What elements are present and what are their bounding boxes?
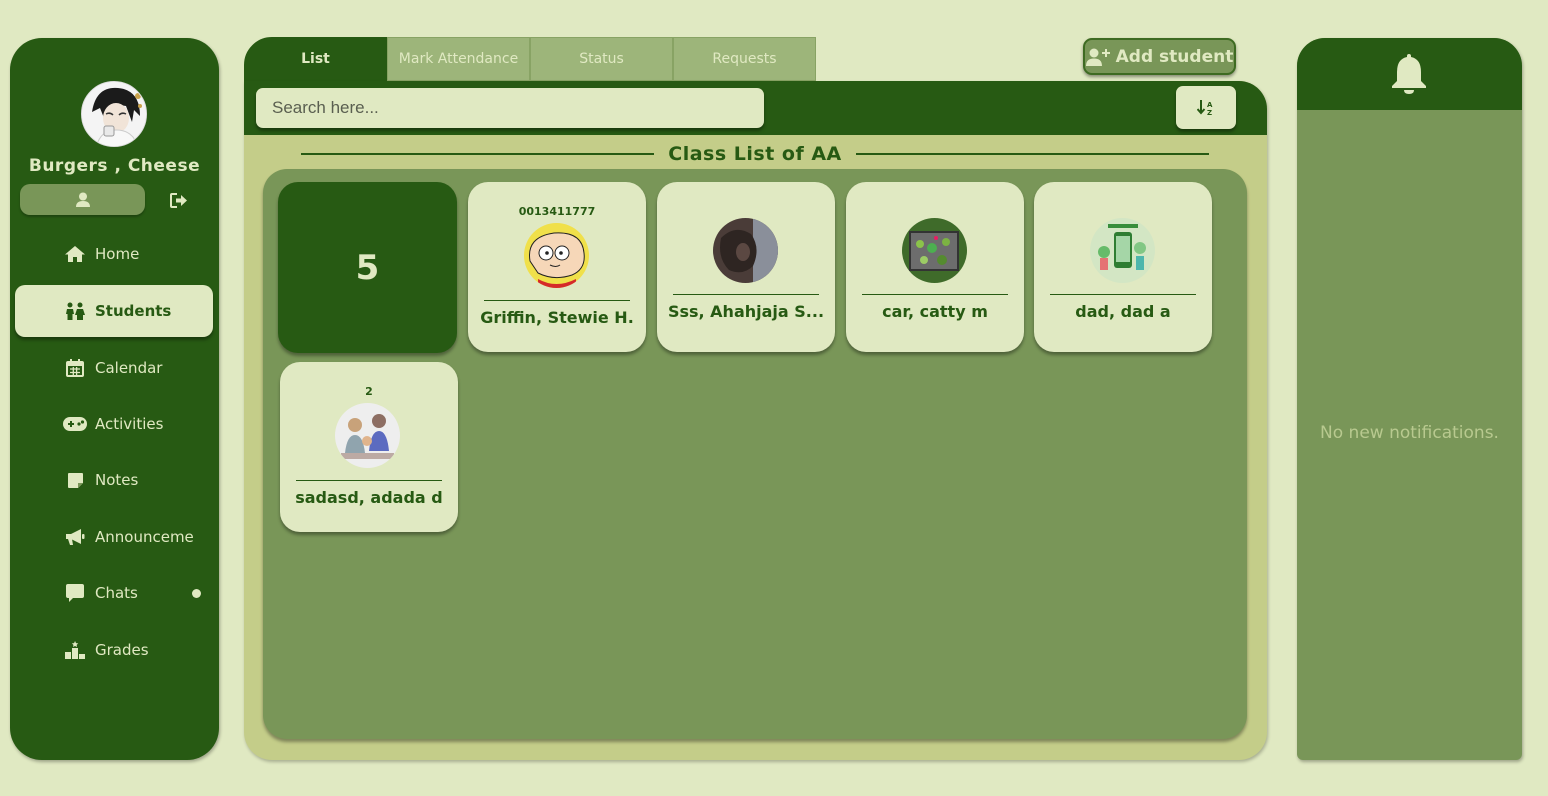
add-student-label: Add student <box>1115 46 1234 67</box>
avatar <box>81 81 147 147</box>
student-photo <box>524 223 589 288</box>
search-input[interactable] <box>256 88 764 128</box>
student-card[interactable]: dad, dad a <box>1034 182 1212 352</box>
sidebar-item-grades[interactable]: Grades <box>10 624 219 676</box>
sidebar-item-chats[interactable]: Chats <box>10 567 219 619</box>
logout-button[interactable] <box>168 190 190 210</box>
class-list-header: Class List of AA <box>301 141 1210 167</box>
sidebar-item-calendar[interactable]: Calendar <box>10 342 219 394</box>
chat-icon <box>63 583 87 603</box>
card-divider <box>484 300 630 301</box>
sidebar-item-label: Notes <box>95 471 139 489</box>
notifications-header <box>1297 38 1522 110</box>
student-id: 2 <box>365 385 373 398</box>
sidebar-item-label: Students <box>95 302 172 320</box>
main-panel: AZ Class List of AA 5 0013411777 <box>244 81 1267 760</box>
sidebar-item-label: Chats <box>95 584 138 602</box>
add-student-button[interactable]: Add student <box>1083 38 1236 75</box>
divider <box>301 153 655 155</box>
student-name: dad, dad a <box>1075 302 1171 321</box>
podium-icon <box>63 640 87 660</box>
student-photo <box>335 403 400 468</box>
home-icon <box>63 244 87 264</box>
sidebar-item-label: Announceme <box>95 528 194 546</box>
student-grid: 5 0013411777 Griffin, Stewie H. Sss, Aha… <box>263 169 1247 739</box>
bell-icon[interactable] <box>1391 52 1427 94</box>
sidebar-item-announcements[interactable]: Announceme <box>10 511 219 563</box>
card-divider <box>862 294 1008 295</box>
sidebar-item-students[interactable]: Students <box>15 285 213 337</box>
student-id: 0013411777 <box>518 205 596 218</box>
student-photo <box>713 218 778 283</box>
tab-mark-attendance[interactable]: Mark Attendance <box>387 37 530 81</box>
svg-text:A: A <box>1207 101 1213 109</box>
tab-requests[interactable]: Requests <box>673 37 816 81</box>
sort-alpha-icon: AZ <box>1197 99 1213 116</box>
no-notifications-text: No new notifications. <box>1320 423 1499 443</box>
student-count: 5 <box>355 247 380 288</box>
sidebar-item-label: Activities <box>95 415 164 433</box>
calendar-icon <box>63 358 87 378</box>
megaphone-icon <box>63 527 87 547</box>
student-card[interactable]: Sss, Ahahjaja S... <box>657 182 835 352</box>
sidebar-item-label: Grades <box>95 641 149 659</box>
student-name: sadasd, adada d <box>295 488 443 507</box>
student-photo <box>1090 218 1155 283</box>
student-name: Sss, Ahahjaja S... <box>667 302 825 321</box>
student-name: car, catty m <box>882 302 988 321</box>
divider <box>855 153 1210 155</box>
profile-name: Burgers , Cheese <box>28 156 201 176</box>
student-card[interactable]: 2 sadasd, adada d <box>280 362 458 532</box>
student-card[interactable]: 0013411777 Griffin, Stewie H. <box>468 182 646 352</box>
notifications-panel: No new notifications. <box>1297 38 1522 760</box>
class-list-title: Class List of AA <box>668 143 842 165</box>
student-name: Griffin, Stewie H. <box>480 308 634 327</box>
tab-bar: List Mark Attendance Status Requests <box>244 37 816 81</box>
sort-button[interactable]: AZ <box>1176 86 1236 129</box>
student-count-card: 5 <box>278 182 457 353</box>
sidebar-item-notes[interactable]: Notes <box>10 454 219 506</box>
card-divider <box>673 294 819 295</box>
profile-button[interactable] <box>20 184 145 215</box>
students-icon <box>63 301 87 321</box>
tab-list[interactable]: List <box>244 37 387 81</box>
card-divider <box>296 480 442 481</box>
sidebar-item-activities[interactable]: Activities <box>10 398 219 450</box>
logout-icon <box>170 192 187 208</box>
sidebar: Burgers , Cheese Home Students Calendar … <box>10 38 219 760</box>
add-user-icon <box>1085 48 1110 66</box>
main-header: AZ <box>244 81 1267 135</box>
sidebar-item-label: Calendar <box>95 359 163 377</box>
svg-text:Z: Z <box>1207 109 1212 116</box>
sidebar-item-home[interactable]: Home <box>10 228 219 280</box>
sidebar-item-label: Home <box>95 245 140 263</box>
student-card[interactable]: car, catty m <box>846 182 1024 352</box>
student-photo <box>902 218 967 283</box>
card-divider <box>1050 294 1196 295</box>
tab-status[interactable]: Status <box>530 37 673 81</box>
note-icon <box>63 470 87 490</box>
unread-dot <box>192 589 201 598</box>
user-icon <box>75 192 90 207</box>
gamepad-icon <box>63 414 87 434</box>
